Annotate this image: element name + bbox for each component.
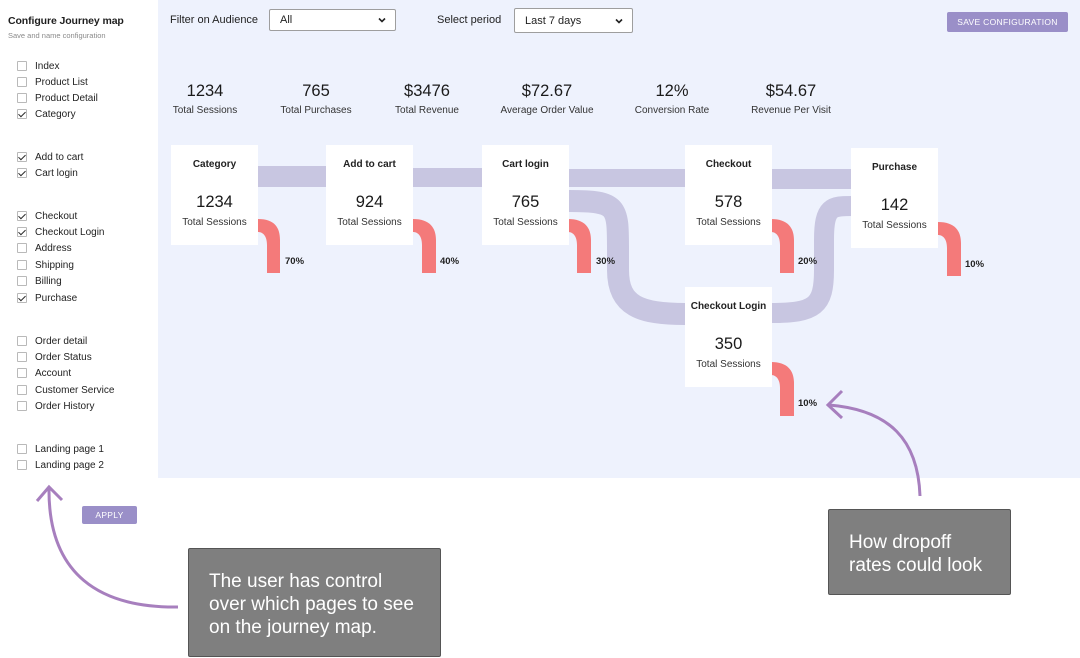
- left-annotation-arrow: [47, 487, 179, 609]
- annotation-note-dropoff-rates: How dropoff rates could look: [828, 509, 1011, 595]
- right-annotation-arrow: [828, 403, 922, 497]
- annotation-note-page-control: The user has control over which pages to…: [188, 548, 441, 657]
